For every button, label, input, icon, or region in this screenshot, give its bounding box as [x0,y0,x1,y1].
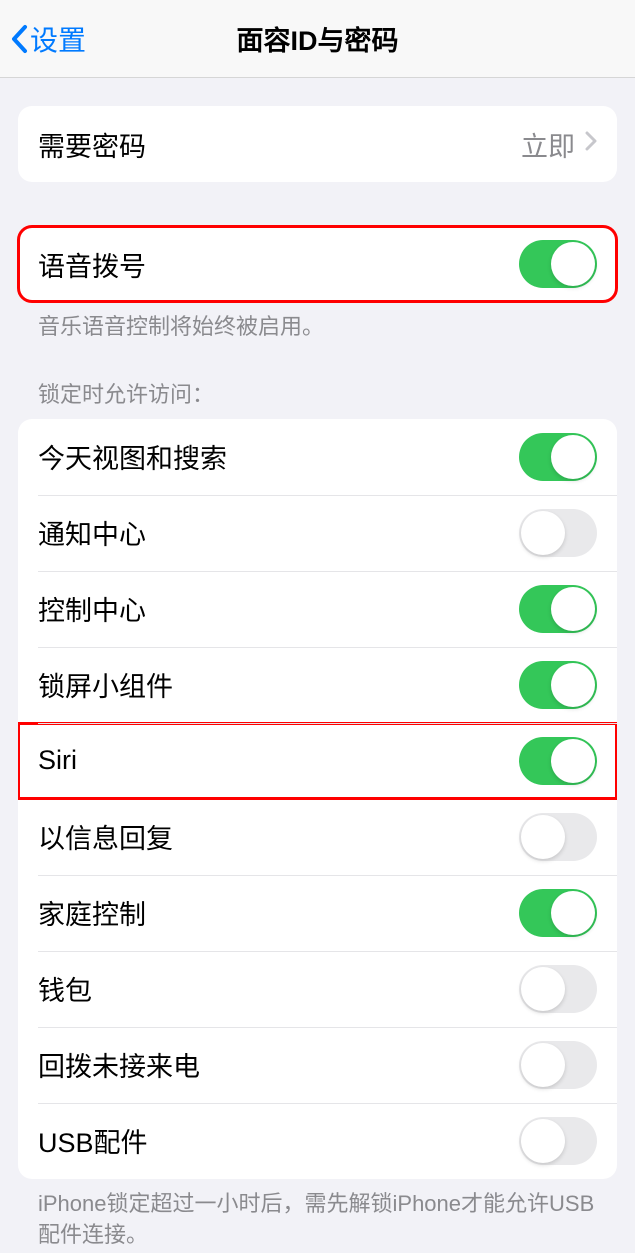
lock-access-label: 回拨未接来电 [38,1045,200,1084]
lock-access-row: USB配件 [18,1103,617,1179]
toggle-knob [521,1119,565,1163]
lock-access-header: 锁定时允许访问： [18,377,617,419]
page-title: 面容ID与密码 [0,19,635,58]
voice-dial-footer: 音乐语音控制将始终被启用。 [18,302,617,343]
lock-access-row: 钱包 [18,951,617,1027]
lock-access-toggle[interactable] [519,661,597,709]
lock-access-toggle[interactable] [519,585,597,633]
lock-access-toggle[interactable] [519,965,597,1013]
lock-access-label: 控制中心 [38,589,146,628]
header: 设置 面容ID与密码 [0,0,635,78]
lock-access-label: 锁屏小组件 [38,665,173,704]
lock-access-toggle[interactable] [519,889,597,937]
lock-access-row: 锁屏小组件 [18,647,617,723]
lock-access-toggle[interactable] [519,509,597,557]
lock-access-label: 家庭控制 [38,893,146,932]
voice-dial-section: 语音拨号 音乐语音控制将始终被启用。 [18,226,617,343]
voice-dial-toggle[interactable] [519,240,597,288]
back-label: 设置 [30,19,86,59]
lock-access-label: USB配件 [38,1121,148,1160]
lock-access-row: Siri [18,723,617,799]
toggle-knob [551,242,595,286]
lock-access-row: 通知中心 [18,495,617,571]
require-passcode-value: 立即 [521,125,575,164]
lock-access-toggle[interactable] [519,813,597,861]
voice-dial-row: 语音拨号 [18,226,617,302]
lock-access-row: 家庭控制 [18,875,617,951]
lock-access-footer: iPhone锁定超过一小时后，需先解锁iPhone才能允许USB配件连接。 [18,1179,617,1251]
lock-access-label: 钱包 [38,969,92,1008]
lock-access-row: 控制中心 [18,571,617,647]
passcode-section: 需要密码 立即 [18,106,617,182]
toggle-knob [551,435,595,479]
toggle-knob [551,587,595,631]
toggle-knob [521,1043,565,1087]
lock-access-toggle[interactable] [519,1041,597,1089]
toggle-knob [521,815,565,859]
back-button[interactable]: 设置 [10,19,86,59]
toggle-knob [551,739,595,783]
lock-access-toggle[interactable] [519,433,597,481]
content: 需要密码 立即 语音拨号 音乐语音控制将始终被启用 [0,106,635,1250]
lock-access-list: 今天视图和搜索通知中心控制中心锁屏小组件 Siri 以信息回复家庭控制钱包回拨未接来… [18,419,617,1179]
lock-access-label: Siri [38,745,77,776]
toggle-knob [551,663,595,707]
lock-access-section: 锁定时允许访问： 今天视图和搜索通知中心控制中心锁屏小组件 Siri 以信息回复家庭… [18,377,617,1251]
lock-access-row: 以信息回复 [18,799,617,875]
lock-access-label: 以信息回复 [38,817,173,856]
lock-access-label: 今天视图和搜索 [38,437,227,476]
chevron-right-icon [585,130,597,158]
require-passcode-label: 需要密码 [38,125,146,164]
require-passcode-row[interactable]: 需要密码 立即 [18,106,617,182]
voice-dial-label: 语音拨号 [38,245,146,284]
toggle-knob [521,967,565,1011]
toggle-knob [551,891,595,935]
lock-access-toggle[interactable] [519,737,597,785]
chevron-left-icon [10,24,28,54]
require-passcode-value-wrap: 立即 [521,125,597,164]
lock-access-toggle[interactable] [519,1117,597,1165]
lock-access-row: 回拨未接来电 [18,1027,617,1103]
lock-access-label: 通知中心 [38,513,146,552]
lock-access-row: 今天视图和搜索 [18,419,617,495]
toggle-knob [521,511,565,555]
